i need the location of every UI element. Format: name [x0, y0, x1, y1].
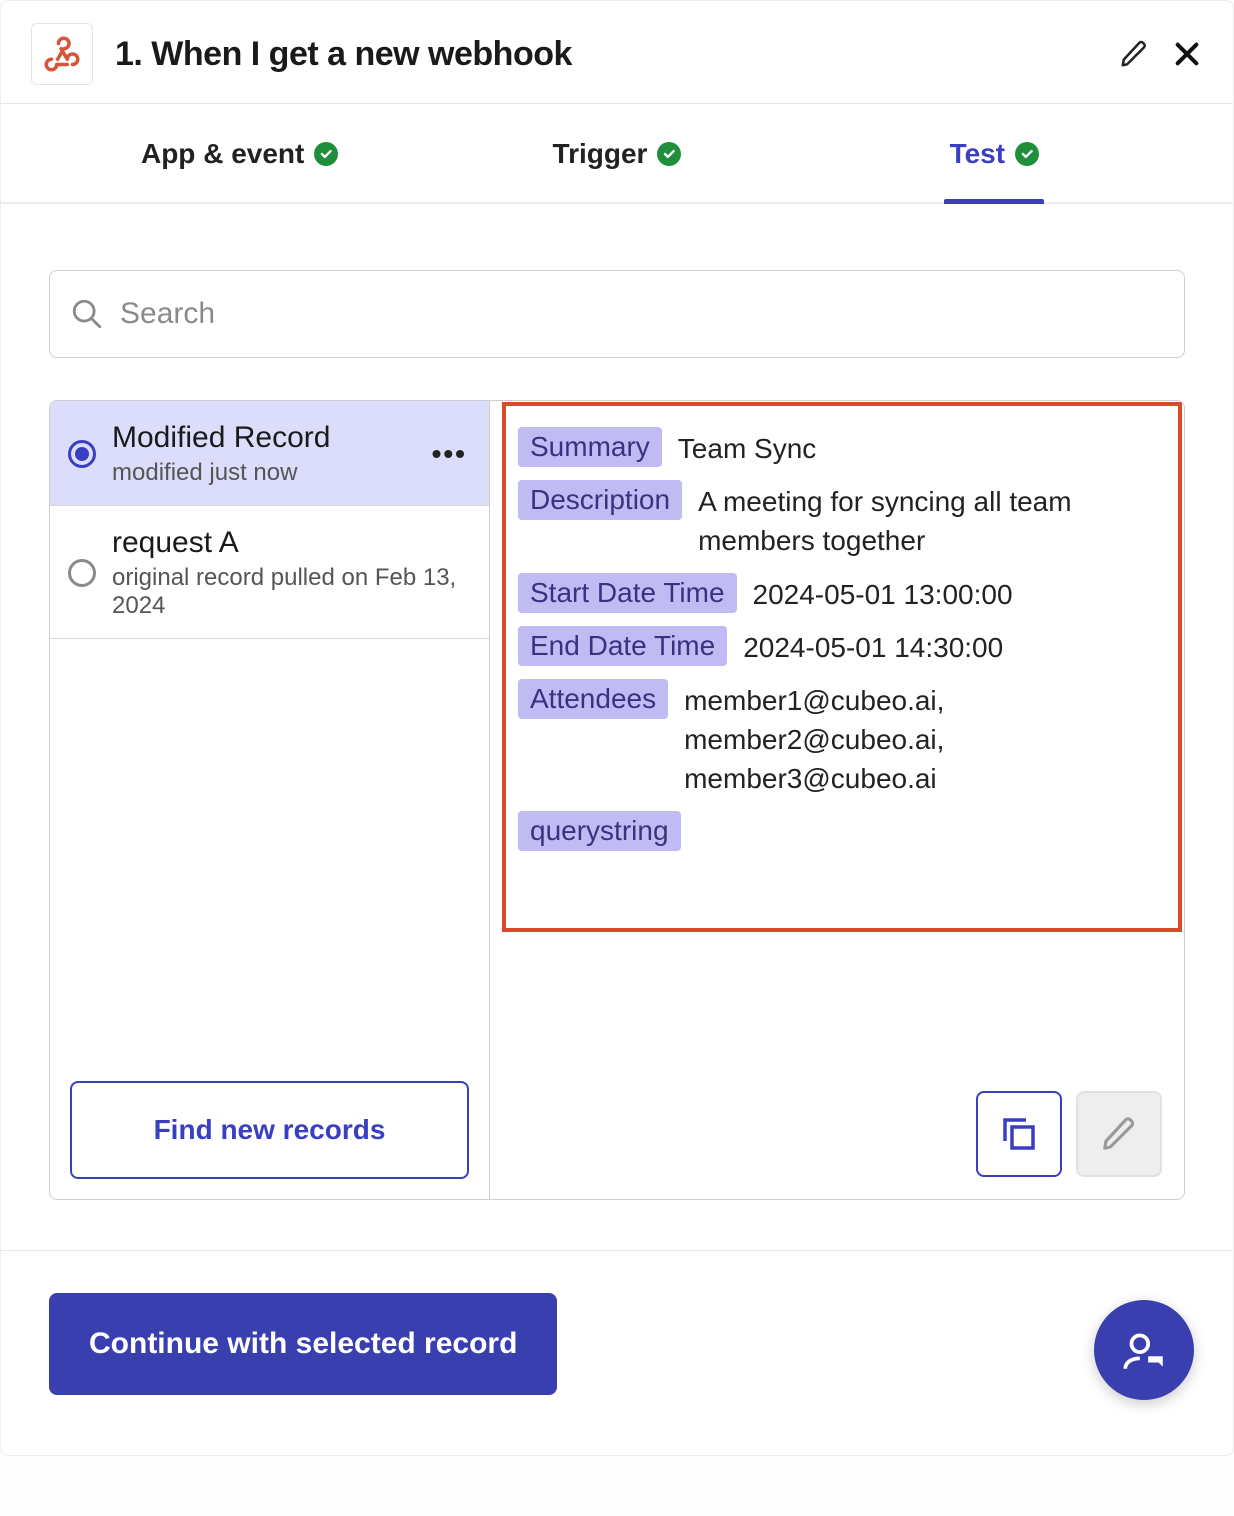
webhook-icon [31, 23, 93, 85]
field-key: Description [518, 480, 682, 520]
detail-field: Start Date Time 2024-05-01 13:00:00 [518, 573, 1156, 614]
record-item[interactable]: Modified Record modified just now ••• [50, 401, 489, 506]
record-title: Modified Record [112, 421, 412, 455]
field-key: Summary [518, 427, 662, 467]
close-icon [1171, 38, 1203, 70]
field-value: member1@cubeo.ai, member2@cubeo.ai, memb… [684, 679, 1156, 799]
check-icon [314, 142, 338, 166]
rename-button[interactable] [1119, 39, 1149, 69]
test-tab-content: Modified Record modified just now ••• reque… [1, 204, 1233, 1200]
record-menu-button[interactable]: ••• [428, 438, 471, 470]
tab-label: Test [950, 138, 1006, 170]
record-item[interactable]: request A original record pulled on Feb 1… [50, 506, 489, 639]
copy-button[interactable] [976, 1091, 1062, 1177]
help-fab[interactable] [1094, 1300, 1194, 1400]
tab-test[interactable]: Test [806, 104, 1183, 202]
tab-trigger[interactable]: Trigger [428, 104, 805, 202]
tab-app-event[interactable]: App & event [51, 104, 428, 202]
check-icon [657, 142, 681, 166]
record-subtitle: original record pulled on Feb 13, 2024 [112, 564, 471, 620]
records-list: Modified Record modified just now ••• reque… [50, 401, 490, 1199]
find-new-records-button[interactable]: Find new records [70, 1081, 469, 1179]
panel-title: 1. When I get a new webhook [115, 35, 1119, 74]
setup-tabs: App & event Trigger Test [1, 103, 1233, 204]
pencil-icon [1100, 1115, 1138, 1153]
search-input[interactable] [118, 296, 1164, 332]
radio[interactable] [68, 559, 96, 587]
edit-record-button[interactable] [1076, 1091, 1162, 1177]
detail-field: End Date Time 2024-05-01 14:30:00 [518, 626, 1156, 667]
field-key: Attendees [518, 679, 668, 719]
bottom-bar: Continue with selected record [1, 1250, 1233, 1455]
field-key: End Date Time [518, 626, 727, 666]
trigger-setup-panel: 1. When I get a new webhook App & event T… [0, 0, 1234, 1456]
field-value: A meeting for syncing all team members t… [698, 480, 1156, 560]
record-search[interactable] [49, 270, 1185, 358]
field-value: 2024-05-01 13:00:00 [753, 573, 1013, 614]
tab-label: Trigger [553, 138, 648, 170]
check-icon [1015, 142, 1039, 166]
close-button[interactable] [1171, 38, 1203, 70]
field-key: querystring [518, 811, 681, 851]
records-container: Modified Record modified just now ••• reque… [49, 400, 1185, 1200]
detail-field: Summary Team Sync [518, 427, 1156, 468]
detail-field: querystring [518, 811, 1156, 851]
tab-label: App & event [141, 138, 304, 170]
detail-field: Attendees member1@cubeo.ai, member2@cubeo… [518, 679, 1156, 799]
detail-field: Description A meeting for syncing all tea… [518, 480, 1156, 560]
pencil-icon [1119, 39, 1149, 69]
record-title: request A [112, 526, 471, 560]
continue-button[interactable]: Continue with selected record [49, 1293, 557, 1395]
radio[interactable] [68, 440, 96, 468]
copy-icon [998, 1113, 1040, 1155]
record-subtitle: modified just now [112, 459, 412, 487]
help-chat-icon [1119, 1325, 1169, 1375]
field-value: 2024-05-01 14:30:00 [743, 626, 1003, 667]
record-detail-pane: Summary Team Sync Description A meeting for… [490, 401, 1184, 1199]
search-icon [70, 297, 104, 331]
panel-header: 1. When I get a new webhook [1, 1, 1233, 103]
field-value: Team Sync [678, 427, 817, 468]
field-key: Start Date Time [518, 573, 737, 613]
